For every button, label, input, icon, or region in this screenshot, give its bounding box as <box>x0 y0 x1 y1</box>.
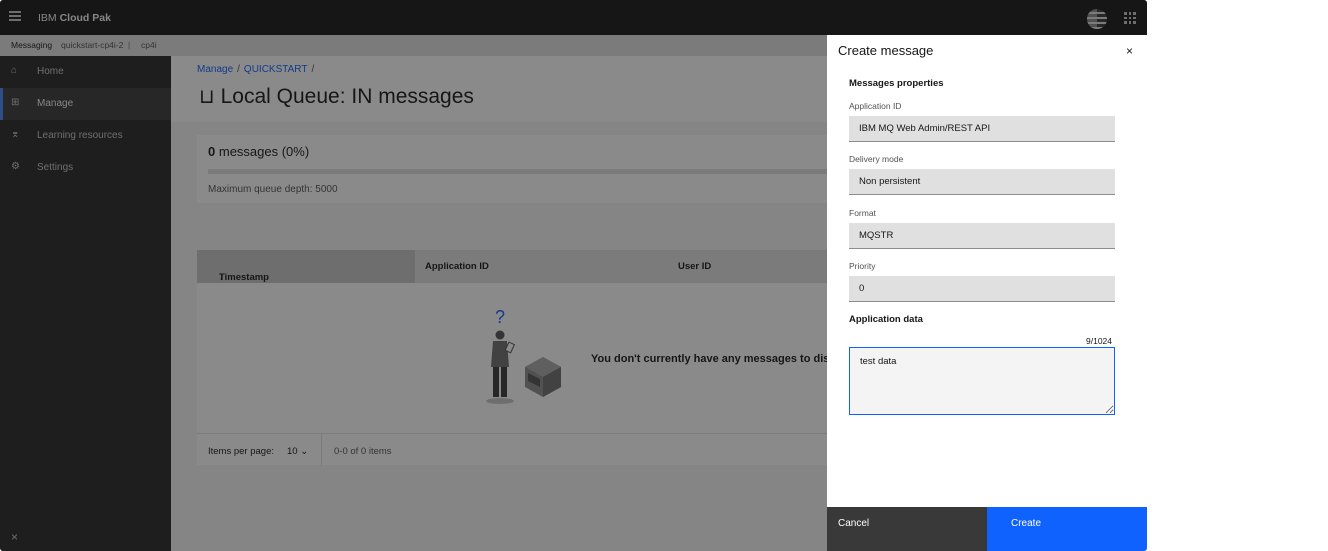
close-icon[interactable]: × <box>1126 44 1133 58</box>
delivery-mode-label: Delivery mode <box>849 154 904 164</box>
format-label: Format <box>849 208 876 218</box>
panel-title: Create message <box>838 43 934 58</box>
cancel-button[interactable]: Cancel <box>827 507 987 551</box>
application-id-label: Application ID <box>849 101 902 111</box>
app-window: IBM Cloud Pak Messaging quickstart-cp4i-… <box>0 0 1147 551</box>
format-field[interactable] <box>849 223 1115 249</box>
create-message-panel: Create message × Messages properties App… <box>827 35 1147 551</box>
priority-field[interactable] <box>849 276 1115 302</box>
properties-heading: Messages properties <box>849 78 944 89</box>
priority-label: Priority <box>849 261 876 271</box>
application-data-heading: Application data <box>849 314 923 325</box>
delivery-mode-field[interactable] <box>849 169 1115 195</box>
application-id-field[interactable] <box>849 116 1115 142</box>
create-button[interactable]: Create <box>987 507 1147 551</box>
character-counter: 9/1024 <box>1086 336 1112 346</box>
application-data-textarea[interactable]: test data <box>849 347 1115 415</box>
